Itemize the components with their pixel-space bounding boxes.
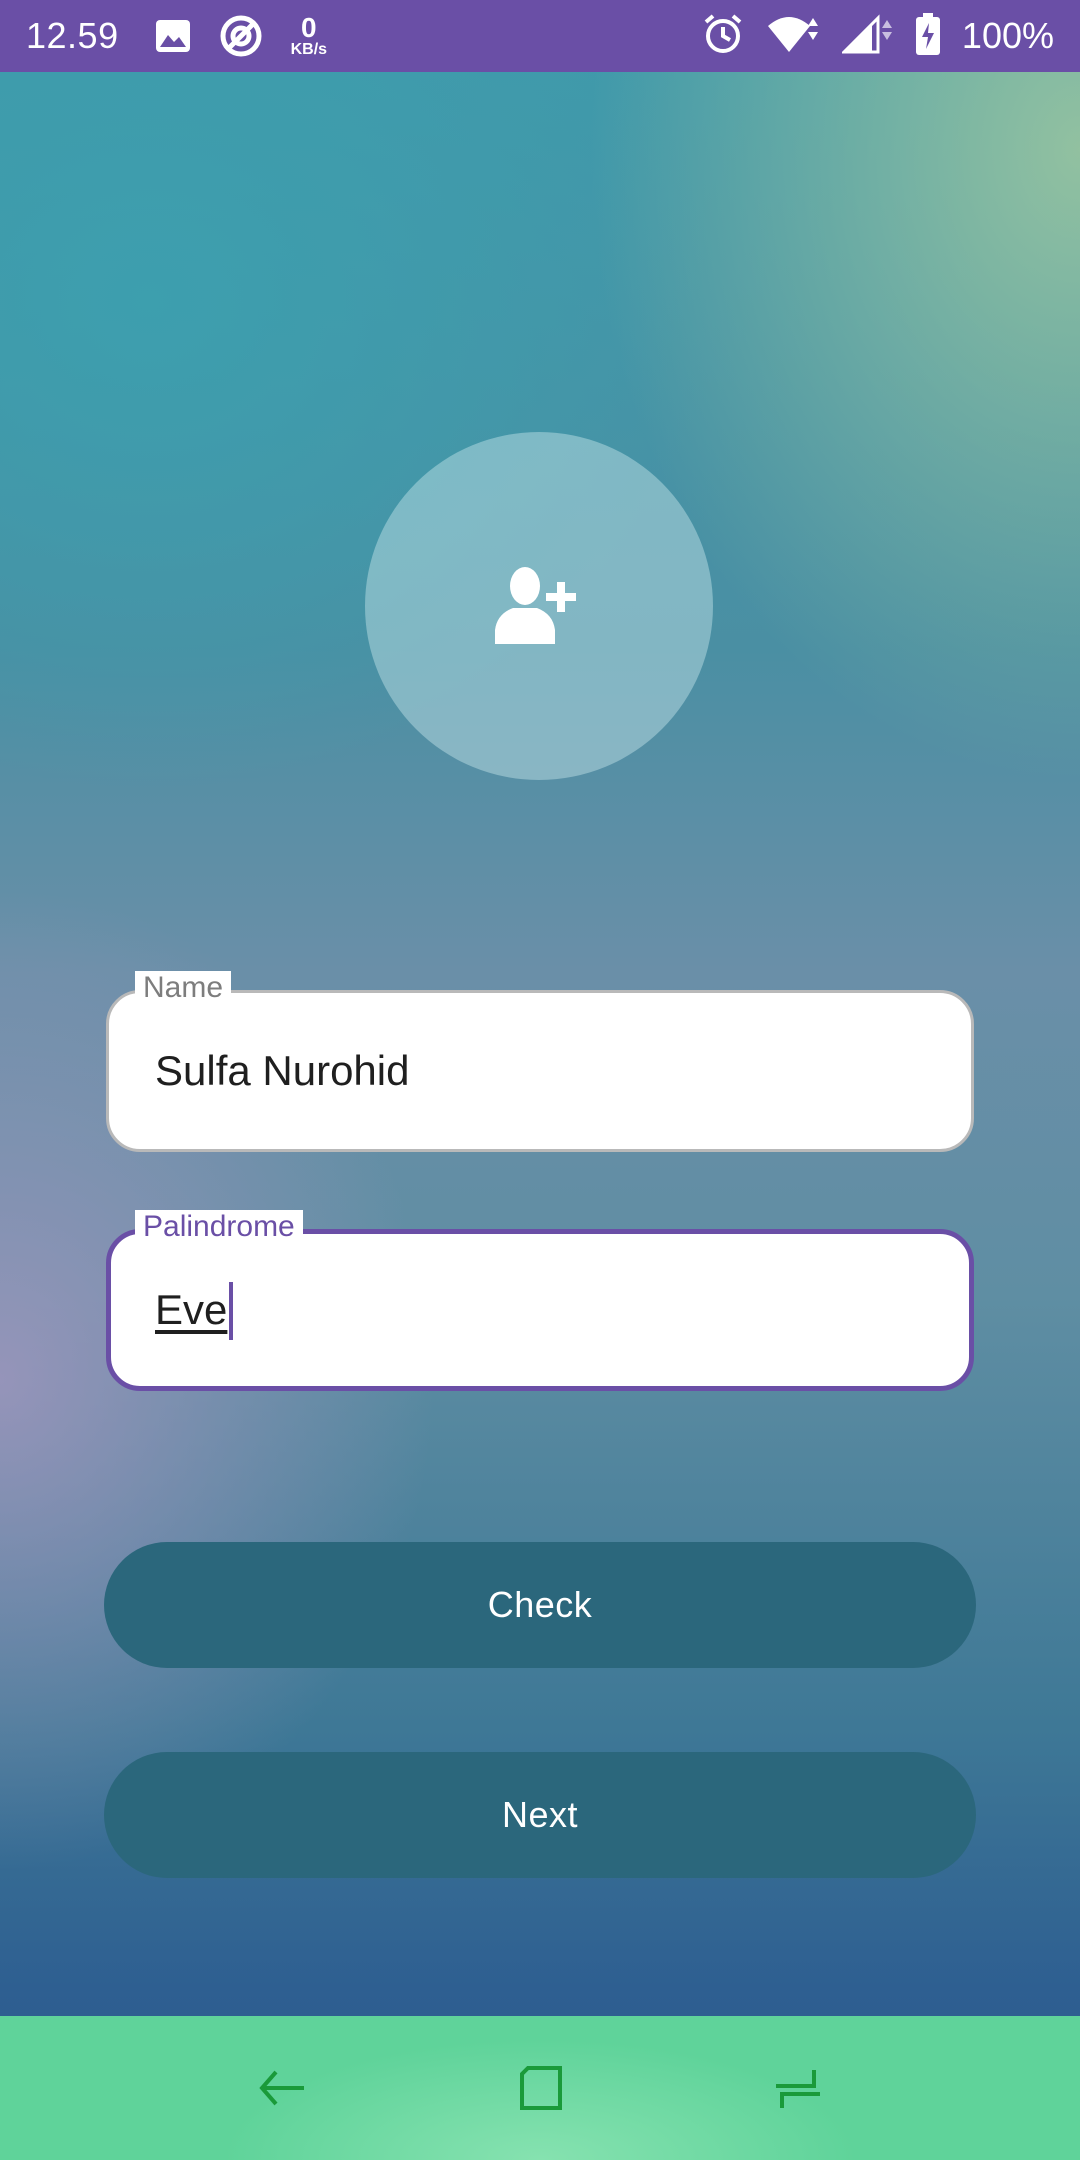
network-speed: 0 KB/s [291,14,327,58]
network-speed-value: 0 [301,12,317,43]
add-user-icon [495,564,583,649]
palindrome-field-label: Palindrome [135,1210,303,1244]
status-bar: 12.59 0 KB/s 100% [0,0,1080,72]
name-field-label: Name [135,971,232,1005]
alarm-icon [702,13,744,60]
app-background: 12.59 0 KB/s 100% Name Sulfa Nurohid Pal… [0,0,1080,2160]
image-icon [155,19,191,53]
status-time: 12.59 [26,15,119,56]
check-button[interactable]: Check [104,1542,976,1668]
name-field[interactable]: Name Sulfa Nurohid [106,971,974,1152]
avatar-picker[interactable] [365,432,713,780]
navigation-bar [0,2016,1080,2160]
data-saver-icon [219,14,263,58]
name-field-value: Sulfa Nurohid [155,1047,410,1094]
home-icon[interactable] [508,2056,572,2120]
palindrome-field-value: Eve [155,1282,234,1342]
recents-icon[interactable] [766,2056,830,2120]
back-icon[interactable] [250,2056,314,2120]
signal-icon [840,13,894,59]
next-button[interactable]: Next [104,1752,976,1878]
network-speed-unit: KB/s [290,41,328,58]
battery-percent: 100% [961,15,1054,56]
battery-charging-icon [915,12,940,60]
text-cursor [229,1282,234,1340]
palindrome-field[interactable]: Palindrome Eve [106,1210,974,1391]
wifi-icon [766,14,820,59]
palindrome-field-text: Eve [155,1286,228,1334]
